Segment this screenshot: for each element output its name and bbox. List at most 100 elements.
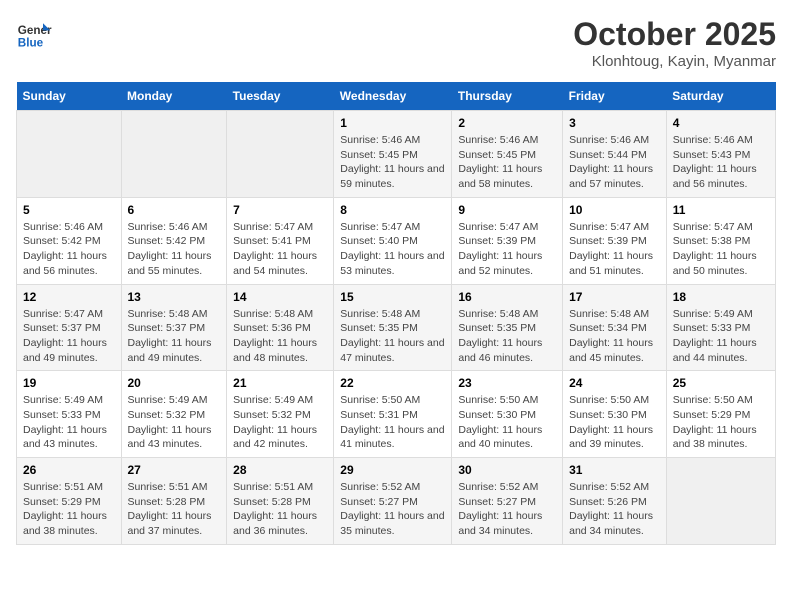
day-number: 30 [458,463,556,477]
day-info: Sunrise: 5:47 AMSunset: 5:39 PMDaylight:… [569,220,660,279]
day-info: Sunrise: 5:46 AMSunset: 5:45 PMDaylight:… [458,133,556,192]
day-number: 3 [569,116,660,130]
calendar-cell: 5 Sunrise: 5:46 AMSunset: 5:42 PMDaylight… [17,197,122,284]
day-number: 13 [128,290,221,304]
day-number: 5 [23,203,115,217]
calendar-cell: 9Sunrise: 5:47 AMSunset: 5:39 PMDaylight… [452,197,563,284]
day-number: 11 [673,203,769,217]
calendar-cell: 30 Sunrise: 5:52 AMSunset: 5:27 PMDayligh… [452,458,563,545]
calendar-cell: 3 Sunrise: 5:46 AMSunset: 5:44 PMDaylight… [563,111,667,198]
calendar-cell: 8 Sunrise: 5:47 AMSunset: 5:40 PMDaylight… [334,197,452,284]
calendar-cell [121,111,227,198]
day-info: Sunrise: 5:50 AMSunset: 5:29 PMDaylight:… [673,393,769,452]
calendar-cell: 14 Sunrise: 5:48 AMSunset: 5:36 PMDayligh… [227,284,334,371]
day-info: Sunrise: 5:51 AMSunset: 5:28 PMDaylight:… [128,480,221,539]
logo: General Blue [16,16,56,52]
calendar-week-4: 19Sunrise: 5:49 AMSunset: 5:33 PMDayligh… [17,371,776,458]
day-info: Sunrise: 5:48 AMSunset: 5:34 PMDaylight:… [569,307,660,366]
calendar-table: SundayMondayTuesdayWednesdayThursdayFrid… [16,82,776,545]
calendar-cell: 21 Sunrise: 5:49 AMSunset: 5:32 PMDayligh… [227,371,334,458]
calendar-cell: 25Sunrise: 5:50 AMSunset: 5:29 PMDayligh… [666,371,775,458]
svg-text:Blue: Blue [18,37,44,50]
calendar-cell: 16Sunrise: 5:48 AMSunset: 5:35 PMDayligh… [452,284,563,371]
calendar-cell: 20 Sunrise: 5:49 AMSunset: 5:32 PMDayligh… [121,371,227,458]
calendar-cell: 4 Sunrise: 5:46 AMSunset: 5:43 PMDaylight… [666,111,775,198]
calendar-cell: 2 Sunrise: 5:46 AMSunset: 5:45 PMDaylight… [452,111,563,198]
day-number: 18 [673,290,769,304]
calendar-week-5: 26Sunrise: 5:51 AMSunset: 5:29 PMDayligh… [17,458,776,545]
calendar-cell: 10 Sunrise: 5:47 AMSunset: 5:39 PMDayligh… [563,197,667,284]
calendar-cell: 31 Sunrise: 5:52 AMSunset: 5:26 PMDayligh… [563,458,667,545]
day-info: Sunrise: 5:46 AMSunset: 5:43 PMDaylight:… [673,133,769,192]
calendar-cell: 7Sunrise: 5:47 AMSunset: 5:41 PMDaylight… [227,197,334,284]
page-header: General Blue October 2025 Klonhtoug, Kay… [16,16,776,70]
calendar-cell: 22 Sunrise: 5:50 AMSunset: 5:31 PMDayligh… [334,371,452,458]
day-number: 20 [128,376,221,390]
day-number: 21 [233,376,327,390]
calendar-week-2: 5 Sunrise: 5:46 AMSunset: 5:42 PMDaylight… [17,197,776,284]
calendar-cell [666,458,775,545]
day-number: 24 [569,376,660,390]
calendar-week-1: 1Sunrise: 5:46 AMSunset: 5:45 PMDaylight… [17,111,776,198]
weekday-header-thursday: Thursday [452,82,563,111]
day-info: Sunrise: 5:50 AMSunset: 5:30 PMDaylight:… [458,393,556,452]
svg-text:General: General [18,24,52,37]
day-number: 29 [340,463,445,477]
day-number: 14 [233,290,327,304]
day-number: 10 [569,203,660,217]
day-info: Sunrise: 5:47 AMSunset: 5:37 PMDaylight:… [23,307,115,366]
calendar-cell: 18 Sunrise: 5:49 AMSunset: 5:33 PMDayligh… [666,284,775,371]
weekday-header-monday: Monday [121,82,227,111]
day-info: Sunrise: 5:49 AMSunset: 5:32 PMDaylight:… [128,393,221,452]
day-number: 8 [340,203,445,217]
day-number: 12 [23,290,115,304]
title-block: October 2025 Klonhtoug, Kayin, Myanmar [573,16,776,70]
day-number: 6 [128,203,221,217]
calendar-cell: 6 Sunrise: 5:46 AMSunset: 5:42 PMDaylight… [121,197,227,284]
day-number: 26 [23,463,115,477]
calendar-cell: 27 Sunrise: 5:51 AMSunset: 5:28 PMDayligh… [121,458,227,545]
calendar-week-3: 12 Sunrise: 5:47 AMSunset: 5:37 PMDayligh… [17,284,776,371]
day-number: 2 [458,116,556,130]
day-number: 4 [673,116,769,130]
calendar-cell [17,111,122,198]
day-info: Sunrise: 5:46 AMSunset: 5:45 PMDaylight:… [340,133,445,192]
day-number: 17 [569,290,660,304]
calendar-cell: 12 Sunrise: 5:47 AMSunset: 5:37 PMDayligh… [17,284,122,371]
day-info: Sunrise: 5:47 AMSunset: 5:40 PMDaylight:… [340,220,445,279]
calendar-cell: 13Sunrise: 5:48 AMSunset: 5:37 PMDayligh… [121,284,227,371]
day-info: Sunrise: 5:52 AMSunset: 5:26 PMDaylight:… [569,480,660,539]
day-info: Sunrise: 5:48 AMSunset: 5:35 PMDaylight:… [340,307,445,366]
calendar-cell: 24Sunrise: 5:50 AMSunset: 5:30 PMDayligh… [563,371,667,458]
day-info: Sunrise: 5:48 AMSunset: 5:36 PMDaylight:… [233,307,327,366]
weekday-header-tuesday: Tuesday [227,82,334,111]
day-info: Sunrise: 5:49 AMSunset: 5:33 PMDaylight:… [673,307,769,366]
location: Klonhtoug, Kayin, Myanmar [573,53,776,70]
calendar-cell: 17 Sunrise: 5:48 AMSunset: 5:34 PMDayligh… [563,284,667,371]
day-info: Sunrise: 5:50 AMSunset: 5:31 PMDaylight:… [340,393,445,452]
calendar-cell: 23 Sunrise: 5:50 AMSunset: 5:30 PMDayligh… [452,371,563,458]
month-title: October 2025 [573,16,776,53]
day-info: Sunrise: 5:46 AMSunset: 5:42 PMDaylight:… [128,220,221,279]
day-number: 15 [340,290,445,304]
day-info: Sunrise: 5:48 AMSunset: 5:35 PMDaylight:… [458,307,556,366]
day-number: 22 [340,376,445,390]
weekday-header-wednesday: Wednesday [334,82,452,111]
day-number: 19 [23,376,115,390]
day-number: 9 [458,203,556,217]
day-number: 28 [233,463,327,477]
calendar-cell [227,111,334,198]
weekday-header-sunday: Sunday [17,82,122,111]
day-number: 31 [569,463,660,477]
day-info: Sunrise: 5:52 AMSunset: 5:27 PMDaylight:… [340,480,445,539]
calendar-cell: 11Sunrise: 5:47 AMSunset: 5:38 PMDayligh… [666,197,775,284]
day-number: 23 [458,376,556,390]
weekday-header-row: SundayMondayTuesdayWednesdayThursdayFrid… [17,82,776,111]
day-number: 27 [128,463,221,477]
calendar-cell: 1Sunrise: 5:46 AMSunset: 5:45 PMDaylight… [334,111,452,198]
day-info: Sunrise: 5:46 AMSunset: 5:42 PMDaylight:… [23,220,115,279]
day-info: Sunrise: 5:49 AMSunset: 5:32 PMDaylight:… [233,393,327,452]
day-info: Sunrise: 5:46 AMSunset: 5:44 PMDaylight:… [569,133,660,192]
calendar-cell: 29 Sunrise: 5:52 AMSunset: 5:27 PMDayligh… [334,458,452,545]
day-info: Sunrise: 5:52 AMSunset: 5:27 PMDaylight:… [458,480,556,539]
